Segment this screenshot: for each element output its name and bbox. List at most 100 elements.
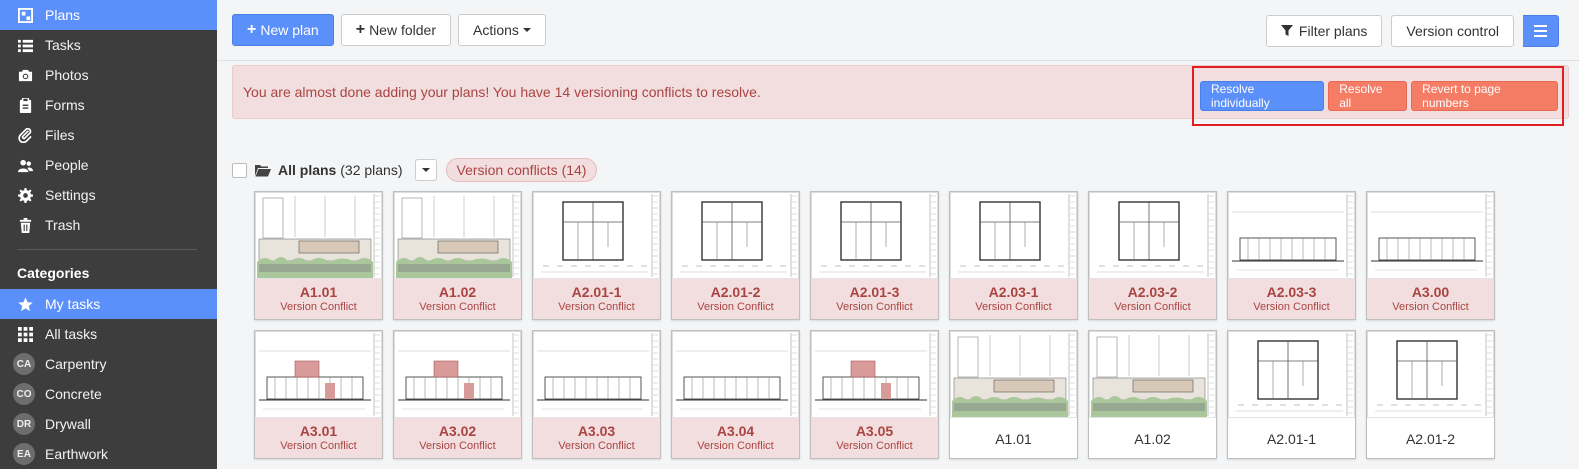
plan-card[interactable]: A2.01-1 (1227, 330, 1356, 459)
plan-card[interactable]: A2.03-3 Version Conflict (1227, 191, 1356, 320)
sidebar-item-plans[interactable]: Plans (0, 0, 217, 30)
plus-icon: + (355, 21, 366, 38)
plans-dropdown-button[interactable] (414, 159, 437, 181)
sidebar-item-photos[interactable]: Photos (0, 60, 217, 90)
plan-name: A2.01-1 (1266, 431, 1317, 447)
plan-card[interactable]: A2.01-1 Version Conflict (532, 191, 661, 320)
plan-card[interactable]: A2.01-2 (1366, 330, 1495, 459)
sidebar-item-forms[interactable]: Forms (0, 90, 217, 120)
plan-card[interactable]: A3.00 Version Conflict (1366, 191, 1495, 320)
plan-name: A2.03-2 (1127, 284, 1178, 300)
select-all-checkbox[interactable] (232, 162, 247, 178)
version-control-button[interactable]: Version control (1391, 15, 1514, 47)
categories-title: Categories (17, 265, 90, 281)
plan-thumbnail (672, 331, 799, 418)
plan-thumbnail (950, 192, 1077, 279)
clipboard-icon (17, 97, 33, 113)
plan-name: A1.02 (438, 284, 477, 300)
plan-card[interactable]: A1.01 (949, 330, 1078, 459)
plans-icon (17, 7, 33, 23)
sidebar-item-files[interactable]: Files (0, 120, 217, 150)
resolve-individually-button[interactable]: Resolve individually (1200, 81, 1325, 111)
plan-status: Version Conflict (697, 440, 774, 452)
actions-dropdown[interactable]: Actions (457, 14, 546, 46)
plan-card[interactable]: A3.04 Version Conflict (671, 330, 800, 459)
plan-card[interactable]: A1.01 Version Conflict (254, 191, 383, 320)
plan-card[interactable]: A3.05 Version Conflict (810, 330, 939, 459)
resolve-all-button[interactable]: Resolve all (1328, 81, 1408, 111)
plans-header: All plans (32 plans) Version conflicts (… (232, 158, 598, 182)
nav-label: Drywall (45, 416, 91, 432)
new-folder-button[interactable]: + New folder (340, 14, 451, 46)
plan-name: A1.01 (299, 284, 338, 300)
sidebar-item-tasks[interactable]: Tasks (0, 30, 217, 60)
category-item-concrete[interactable]: CO Concrete (0, 379, 217, 409)
plan-thumbnail (1367, 331, 1494, 418)
sidebar-item-trash[interactable]: Trash (0, 210, 217, 240)
plan-label: A1.01 (950, 418, 1077, 458)
filter-icon (1280, 25, 1293, 36)
plan-thumbnail (811, 331, 938, 418)
plan-card[interactable]: A3.03 Version Conflict (532, 330, 661, 459)
nav-label: Earthwork (45, 446, 109, 462)
plan-label: A3.02 Version Conflict (394, 418, 521, 458)
new-plan-button[interactable]: + New plan (232, 14, 334, 46)
paperclip-icon (17, 127, 33, 143)
toolbar: + New plan + New folder Actions Filter p… (217, 0, 1579, 238)
plan-label: A2.01-1 (1228, 418, 1355, 458)
plan-thumbnail (672, 192, 799, 279)
people-icon (17, 157, 33, 173)
version-control-label: Version control (1406, 23, 1499, 39)
nav-label: Forms (45, 97, 85, 113)
nav-label: Concrete (45, 386, 102, 402)
plan-name: A2.03-1 (988, 284, 1039, 300)
plan-label: A3.00 Version Conflict (1367, 279, 1494, 319)
category-item-drywall[interactable]: DR Drywall (0, 409, 217, 439)
plan-card[interactable]: A1.02 Version Conflict (393, 191, 522, 320)
nav-label: Tasks (45, 37, 81, 53)
nav-label: Settings (45, 187, 96, 203)
nav-label: My tasks (45, 296, 101, 312)
list-view-button[interactable] (1523, 15, 1559, 47)
sidebar-item-people[interactable]: People (0, 150, 217, 180)
grid-dots-icon (17, 326, 33, 342)
plan-thumbnail (533, 331, 660, 418)
all-plans-label: All plans (278, 162, 337, 178)
plan-card[interactable]: A2.01-2 Version Conflict (671, 191, 800, 320)
nav-label: All tasks (45, 326, 98, 342)
category-badge: DR (13, 413, 35, 435)
category-item-earthwork[interactable]: EA Earthwork (0, 439, 217, 469)
list-view-icon (1534, 25, 1547, 37)
plan-name: A2.01-1 (571, 284, 622, 300)
plan-card[interactable]: A2.03-2 Version Conflict (1088, 191, 1217, 320)
plan-thumbnail (950, 331, 1077, 418)
version-conflicts-filter[interactable]: Version conflicts (14) (445, 158, 598, 182)
category-item-all-tasks[interactable]: All tasks (0, 319, 217, 349)
plan-status: Version Conflict (419, 301, 496, 313)
plan-label: A3.03 Version Conflict (533, 418, 660, 458)
plan-label: A2.01-1 Version Conflict (533, 279, 660, 319)
sidebar-item-settings[interactable]: Settings (0, 180, 217, 210)
plan-label: A2.01-3 Version Conflict (811, 279, 938, 319)
caret-down-icon (421, 168, 430, 172)
alert-message: You are almost done adding your plans! Y… (243, 84, 761, 100)
category-badge: EA (13, 443, 35, 465)
plan-card[interactable]: A2.01-3 Version Conflict (810, 191, 939, 320)
plan-card[interactable]: A3.02 Version Conflict (393, 330, 522, 459)
revert-page-numbers-button[interactable]: Revert to page numbers (1411, 81, 1558, 111)
filter-plans-label: Filter plans (1298, 23, 1368, 39)
plan-card[interactable]: A2.03-1 Version Conflict (949, 191, 1078, 320)
category-item-my-tasks[interactable]: My tasks (0, 289, 217, 319)
filter-plans-button[interactable]: Filter plans (1265, 15, 1383, 47)
plan-label: A1.02 Version Conflict (394, 279, 521, 319)
category-item-carpentry[interactable]: CA Carpentry (0, 349, 217, 379)
plan-name: A2.01-2 (710, 284, 761, 300)
plan-thumbnail (1089, 331, 1216, 418)
plan-card[interactable]: A1.02 (1088, 330, 1217, 459)
plan-thumbnail (1367, 192, 1494, 279)
plan-card[interactable]: A3.01 Version Conflict (254, 330, 383, 459)
plan-label: A2.01-2 Version Conflict (672, 279, 799, 319)
plan-name: A3.05 (855, 423, 894, 439)
nav-label: Plans (45, 7, 81, 23)
plan-label: A2.03-2 Version Conflict (1089, 279, 1216, 319)
